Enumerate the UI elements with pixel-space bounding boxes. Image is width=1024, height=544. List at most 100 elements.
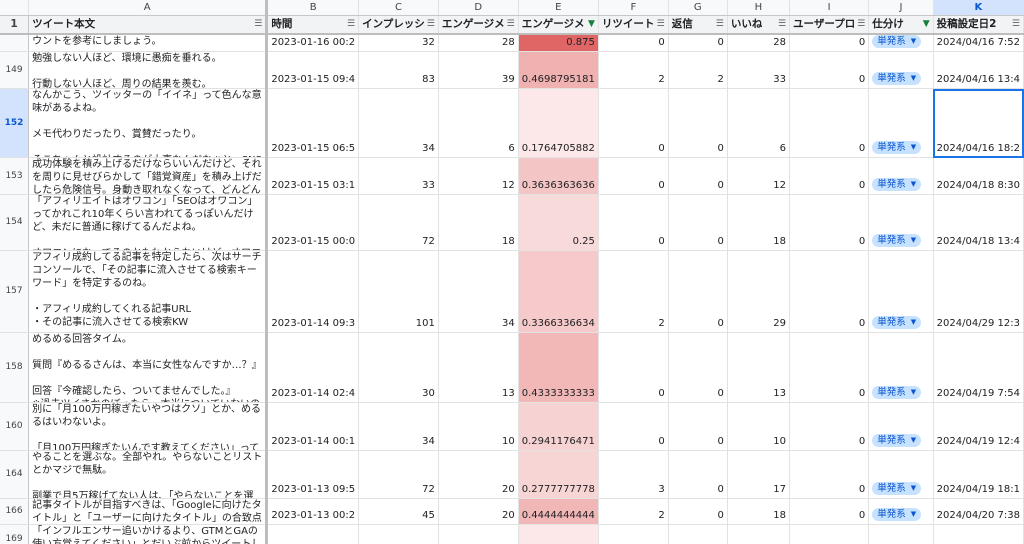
column-letter-E[interactable]: E [518, 0, 599, 16]
tweet-text-cell[interactable]: 記事タイトルが目指すべきは、「Googleに向けたタイトル」と「ユーザーに向けた… [28, 498, 269, 525]
category-cell[interactable]: 単発系 ▼ [868, 157, 934, 195]
filter-icon[interactable]: ☰ [427, 18, 435, 31]
likes-cell[interactable]: 18 [727, 498, 791, 525]
time-cell[interactable]: 2023-01-15 09:4 [266, 51, 360, 89]
retweets-cell[interactable]: 0 [598, 34, 669, 52]
impressions-cell[interactable]: 34 [358, 88, 439, 158]
engagements-cell[interactable]: 34 [438, 250, 519, 333]
profile-clicks-cell[interactable]: 0 [789, 498, 870, 525]
category-cell[interactable]: 単発系 ▼ [868, 250, 934, 333]
engagements-cell[interactable]: 6 [438, 88, 519, 158]
filter-active-icon[interactable]: ▼ [923, 18, 930, 31]
category-chip[interactable]: 単発系 ▼ [872, 35, 922, 48]
engagement-rate-cell[interactable]: 0.875 [518, 34, 599, 52]
category-chip[interactable]: 単発系 ▼ [872, 316, 922, 329]
time-cell[interactable]: 2023-01-13 09:5 [266, 450, 360, 499]
post-date-cell[interactable]: 2024/04/16 13:4 [933, 51, 1024, 89]
profile-clicks-cell[interactable]: 0 [789, 88, 870, 158]
header-cell[interactable]: 時間 ☰ [266, 15, 360, 35]
header-cell[interactable]: エンゲージメ ▼ [518, 15, 599, 35]
row-number[interactable]: 166 [0, 498, 30, 525]
time-cell[interactable]: 2023-01-14 09:3 [266, 250, 360, 333]
time-cell[interactable] [266, 524, 360, 544]
select-all-corner[interactable] [0, 0, 30, 16]
likes-cell[interactable]: 33 [727, 51, 791, 89]
post-date-cell[interactable] [933, 524, 1024, 544]
impressions-cell[interactable]: 72 [358, 450, 439, 499]
column-letter-D[interactable]: D [438, 0, 519, 16]
tweet-text-cell[interactable]: 「インフルエンサー追いかけるより、GTMとGAの使い方覚えてください」とだいぶ前… [28, 524, 269, 544]
replies-cell[interactable] [668, 524, 728, 544]
row-number[interactable]: 169 [0, 524, 30, 544]
likes-cell[interactable]: 6 [727, 88, 791, 158]
header-cell[interactable]: 投稿設定日2 ☰ [933, 15, 1024, 35]
time-cell[interactable]: 2023-01-13 00:2 [266, 498, 360, 525]
row-number[interactable]: 154 [0, 194, 30, 251]
category-cell[interactable]: 単発系 ▼ [868, 402, 934, 451]
post-date-cell[interactable]: 2024/04/29 12:3 [933, 250, 1024, 333]
profile-clicks-cell[interactable]: 0 [789, 450, 870, 499]
tweet-text-cell[interactable]: アフィリ成約してる記事を特定したら、次はサーチコンソールで、「その記事に流入させ… [28, 250, 269, 333]
engagements-cell[interactable]: 39 [438, 51, 519, 89]
time-cell[interactable]: 2023-01-15 03:1 [266, 157, 360, 195]
post-date-cell[interactable]: 2024/04/19 12:4 [933, 402, 1024, 451]
profile-clicks-cell[interactable]: 0 [789, 402, 870, 451]
row-number[interactable]: 160 [0, 402, 30, 451]
time-cell[interactable]: 2023-01-14 02:4 [266, 332, 360, 403]
header-cell[interactable]: インプレッシ ☰ [358, 15, 439, 35]
row-number[interactable]: 152 [0, 88, 30, 158]
post-date-cell[interactable]: 2024/04/16 7:52 [933, 34, 1024, 52]
profile-clicks-cell[interactable]: 0 [789, 332, 870, 403]
time-cell[interactable]: 2023-01-15 00:0 [266, 194, 360, 251]
impressions-cell[interactable]: 32 [358, 34, 439, 52]
category-chip[interactable]: 単発系 ▼ [872, 141, 922, 154]
engagement-rate-cell[interactable]: 0.1764705882 [518, 88, 599, 158]
row-number[interactable]: 158 [0, 332, 30, 403]
filter-icon[interactable]: ☰ [507, 18, 515, 31]
impressions-cell[interactable] [358, 524, 439, 544]
likes-cell[interactable]: 12 [727, 157, 791, 195]
category-cell[interactable]: 単発系 ▼ [868, 498, 934, 525]
engagement-rate-cell[interactable]: 0.25 [518, 194, 599, 251]
engagements-cell[interactable]: 10 [438, 402, 519, 451]
category-cell[interactable] [868, 524, 934, 544]
retweets-cell[interactable]: 3 [598, 450, 669, 499]
header-cell[interactable]: 返信 ☰ [668, 15, 728, 35]
replies-cell[interactable]: 0 [668, 332, 728, 403]
retweets-cell[interactable]: 2 [598, 250, 669, 333]
column-letter-J[interactable]: J [868, 0, 934, 16]
engagement-rate-cell[interactable]: 0.2941176471 [518, 402, 599, 451]
replies-cell[interactable]: 0 [668, 402, 728, 451]
category-chip[interactable]: 単発系 ▼ [872, 386, 922, 399]
post-date-cell[interactable]: 2024/04/18 13:4 [933, 194, 1024, 251]
engagements-cell[interactable] [438, 524, 519, 544]
column-letter-B[interactable]: B [266, 0, 360, 16]
likes-cell[interactable] [727, 524, 791, 544]
category-cell[interactable]: 単発系 ▼ [868, 332, 934, 403]
row-number[interactable]: 164 [0, 450, 30, 499]
retweets-cell[interactable]: 0 [598, 332, 669, 403]
filter-icon[interactable]: ☰ [716, 18, 724, 31]
retweets-cell[interactable]: 0 [598, 157, 669, 195]
impressions-cell[interactable]: 34 [358, 402, 439, 451]
replies-cell[interactable]: 0 [668, 157, 728, 195]
category-cell[interactable]: 単発系 ▼ [868, 194, 934, 251]
retweets-cell[interactable]: 0 [598, 194, 669, 251]
column-letter-A[interactable]: A [28, 0, 269, 16]
time-cell[interactable]: 2023-01-14 00:1 [266, 402, 360, 451]
tweet-text-cell[interactable]: ウントを参考にしましょう。 [28, 34, 269, 52]
tweet-text-cell[interactable]: 別に「月100万円稼ぎたいやつはクソ」とか、めるるはいわないよ。 「月100万円… [28, 402, 269, 451]
filter-icon[interactable]: ☰ [254, 18, 262, 31]
post-date-cell[interactable]: 2024/04/19 7:54 [933, 332, 1024, 403]
profile-clicks-cell[interactable]: 0 [789, 194, 870, 251]
column-letter-F[interactable]: F [598, 0, 669, 16]
impressions-cell[interactable]: 45 [358, 498, 439, 525]
column-letter-K[interactable]: K [933, 0, 1024, 16]
impressions-cell[interactable]: 33 [358, 157, 439, 195]
replies-cell[interactable]: 0 [668, 450, 728, 499]
engagement-rate-cell[interactable]: 0.3636363636 [518, 157, 599, 195]
post-date-cell[interactable]: 2024/04/19 18:1 [933, 450, 1024, 499]
column-letter-H[interactable]: H [727, 0, 791, 16]
category-chip[interactable]: 単発系 ▼ [872, 434, 922, 447]
engagements-cell[interactable]: 12 [438, 157, 519, 195]
